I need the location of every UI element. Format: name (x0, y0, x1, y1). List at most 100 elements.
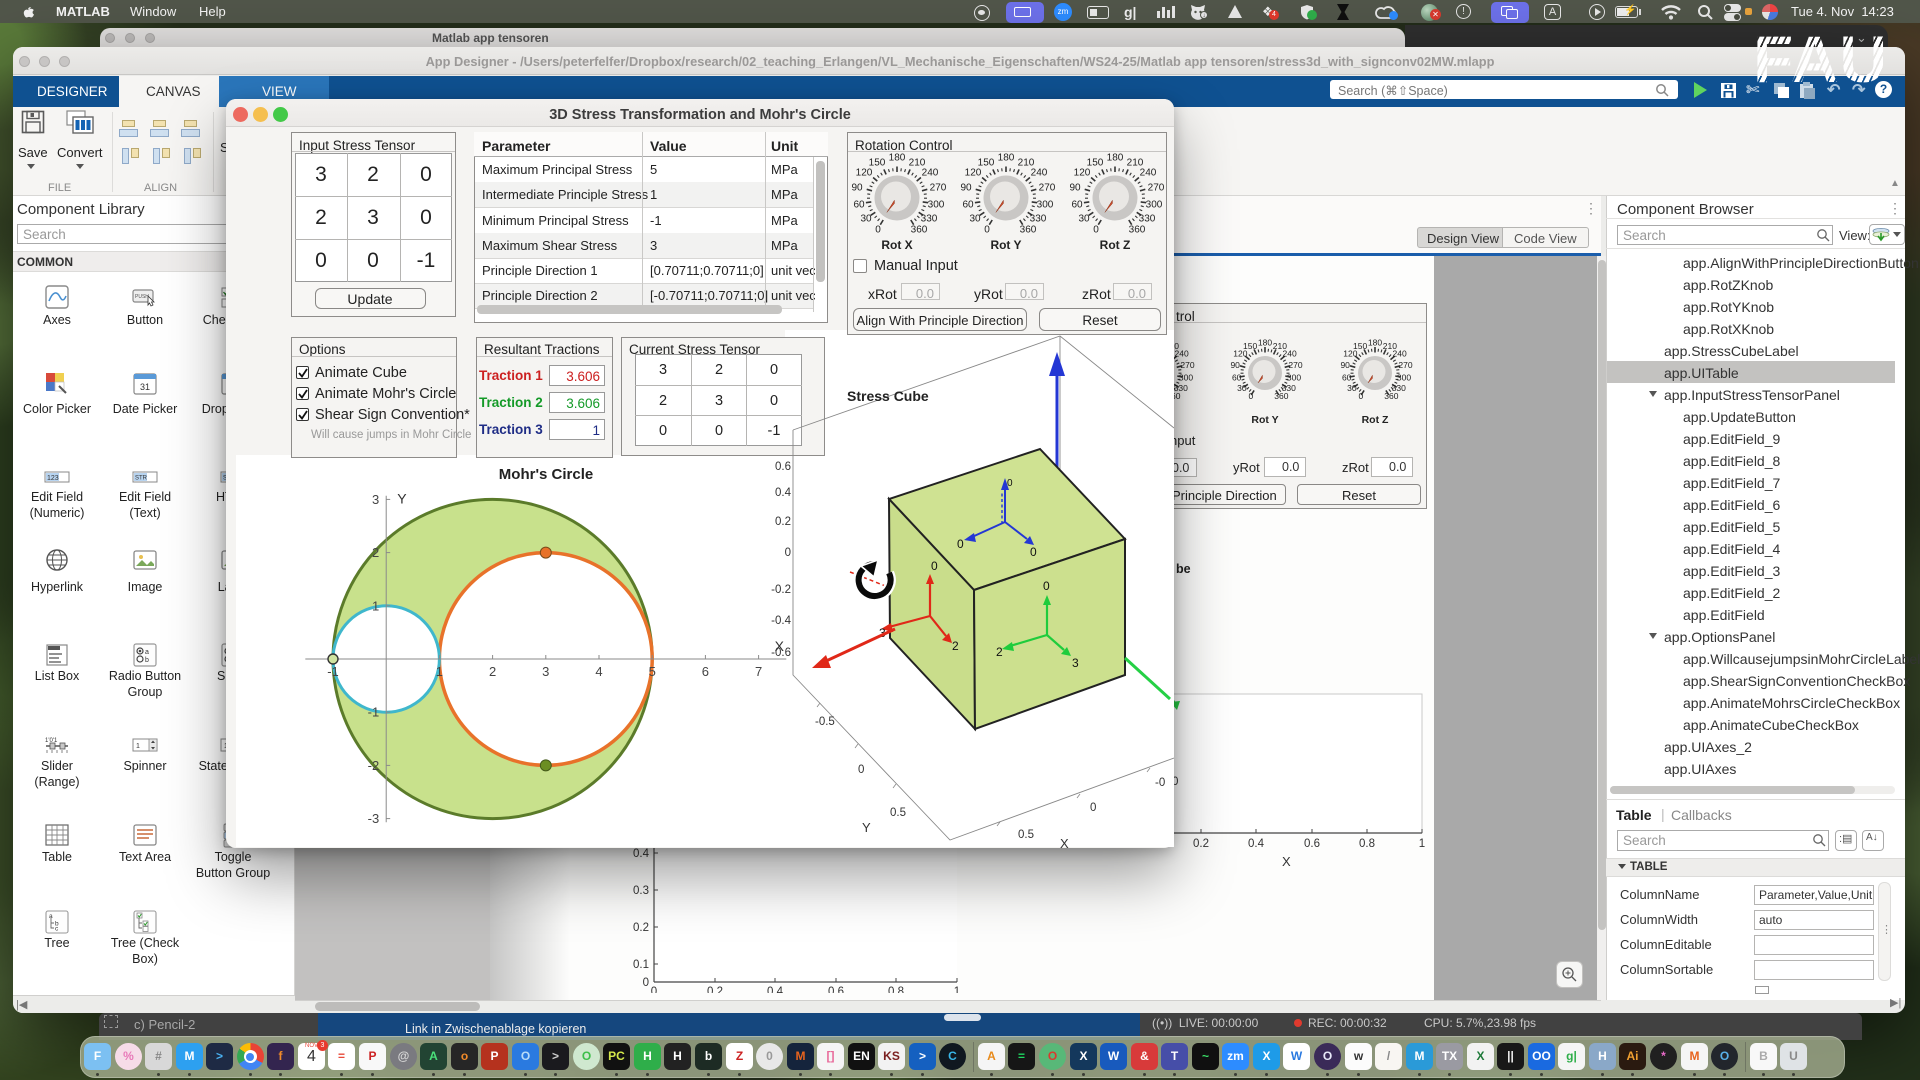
svg-text:3: 3 (372, 492, 379, 507)
svg-text:2: 2 (952, 639, 959, 653)
svg-text:180: 180 (1107, 153, 1124, 164)
svg-text:240: 240 (1031, 168, 1048, 179)
svg-text:0: 0 (1030, 545, 1037, 559)
svg-text:0.2: 0.2 (775, 516, 791, 528)
svg-text:0: 0 (643, 977, 649, 989)
svg-text:120: 120 (856, 168, 873, 179)
svg-text:1: 1 (372, 598, 379, 613)
svg-text:X: X (1282, 854, 1291, 869)
svg-text:270: 270 (1180, 360, 1194, 370)
svg-text:90: 90 (1230, 360, 1240, 370)
svg-text:60: 60 (853, 200, 865, 211)
svg-text:30: 30 (1078, 214, 1090, 225)
svg-text:150: 150 (869, 158, 886, 169)
svg-text:0.4: 0.4 (767, 986, 784, 993)
svg-text:30: 30 (860, 214, 872, 225)
svg-text:a: a (145, 649, 149, 656)
svg-text:-2: -2 (368, 758, 380, 773)
svg-text:0: 0 (1007, 478, 1013, 489)
svg-text:-1: -1 (327, 664, 339, 679)
svg-text:120: 120 (965, 168, 982, 179)
svg-text:-0.5: -0.5 (815, 716, 835, 728)
svg-text:-0.4: -0.4 (771, 615, 791, 627)
svg-text:30: 30 (969, 214, 981, 225)
svg-text:0.8: 0.8 (1359, 838, 1375, 850)
svg-text:120: 120 (1074, 168, 1091, 179)
svg-text:6: 6 (702, 664, 709, 679)
svg-text:240: 240 (1393, 349, 1407, 359)
svg-text:180: 180 (1258, 338, 1272, 348)
svg-text:0: 0 (1093, 225, 1099, 236)
svg-text:0: 0 (785, 547, 791, 559)
svg-text:30: 30 (1347, 383, 1357, 393)
svg-text:1: 1 (1419, 838, 1425, 850)
svg-text:60: 60 (1342, 372, 1352, 382)
svg-text:240: 240 (1283, 349, 1297, 359)
svg-text:0.2: 0.2 (633, 922, 649, 934)
svg-text:270: 270 (1288, 360, 1302, 370)
svg-text:0: 0 (1359, 391, 1364, 401)
svg-text:360: 360 (1020, 225, 1037, 236)
svg-text:30: 30 (1237, 383, 1247, 393)
svg-text:0: 0 (931, 559, 938, 573)
svg-text:3: 3 (542, 664, 549, 679)
svg-text:1: 1 (954, 986, 960, 993)
svg-text:0: 0 (651, 986, 657, 993)
svg-text:0.2: 0.2 (1193, 838, 1209, 850)
svg-text:7: 7 (755, 664, 762, 679)
svg-text:180: 180 (998, 153, 1015, 164)
svg-text:0.6: 0.6 (775, 461, 791, 473)
svg-text:-1: -1 (368, 705, 380, 720)
svg-text:123: 123 (47, 475, 59, 482)
svg-text:3: 3 (1072, 656, 1079, 670)
svg-text:0.6: 0.6 (1304, 838, 1320, 850)
svg-text:0: 0 (858, 764, 864, 776)
svg-text:31: 31 (140, 382, 150, 392)
svg-text:STR: STR (135, 476, 148, 482)
svg-text:270: 270 (1148, 183, 1165, 194)
svg-text:0.2: 0.2 (707, 986, 723, 993)
svg-text:90: 90 (851, 183, 863, 194)
svg-text:Y: Y (397, 490, 407, 506)
svg-text:150: 150 (1353, 341, 1367, 351)
svg-text:0: 0 (875, 225, 881, 236)
svg-text:0: 0 (957, 537, 964, 551)
svg-text:0.5: 0.5 (1018, 829, 1034, 841)
svg-text:330: 330 (1030, 214, 1047, 225)
svg-text:0.5: 0.5 (890, 807, 906, 819)
svg-text:Mohr's Circle: Mohr's Circle (499, 466, 593, 483)
svg-text:1: 1 (136, 743, 140, 750)
svg-text:240: 240 (1140, 168, 1157, 179)
svg-text:150: 150 (1087, 158, 1104, 169)
svg-text:X: X (1060, 836, 1069, 848)
svg-text:90: 90 (960, 183, 972, 194)
svg-text:-0: -0 (1155, 777, 1165, 789)
svg-text:Y: Y (862, 820, 871, 835)
svg-text:90: 90 (1340, 360, 1350, 370)
svg-text:PUSH: PUSH (135, 294, 149, 300)
svg-text:b: b (145, 657, 149, 664)
svg-text:2: 2 (372, 545, 379, 560)
svg-text:180: 180 (1368, 338, 1382, 348)
svg-text:270: 270 (1398, 360, 1412, 370)
svg-text:360: 360 (1384, 391, 1398, 401)
svg-text:2: 2 (489, 664, 496, 679)
svg-text:360: 360 (1274, 391, 1288, 401)
svg-text:0: 0 (984, 225, 990, 236)
svg-text:150: 150 (1243, 341, 1257, 351)
svg-text:60: 60 (1232, 372, 1242, 382)
svg-text:-0.2: -0.2 (771, 584, 791, 596)
svg-text:0: 0 (1090, 802, 1096, 814)
svg-text:240: 240 (922, 168, 939, 179)
svg-text:60: 60 (962, 200, 974, 211)
svg-text:0.1: 0.1 (633, 959, 649, 971)
svg-text:150: 150 (978, 158, 995, 169)
svg-text:330: 330 (1139, 214, 1156, 225)
svg-text:1: 1 (436, 664, 443, 679)
svg-text:0: 0 (1043, 579, 1050, 593)
svg-text:360: 360 (911, 225, 928, 236)
svg-text:0: 0 (1249, 391, 1254, 401)
svg-text:0.4: 0.4 (633, 848, 650, 860)
svg-text:0.8: 0.8 (888, 986, 904, 993)
svg-text:180: 180 (889, 153, 906, 164)
